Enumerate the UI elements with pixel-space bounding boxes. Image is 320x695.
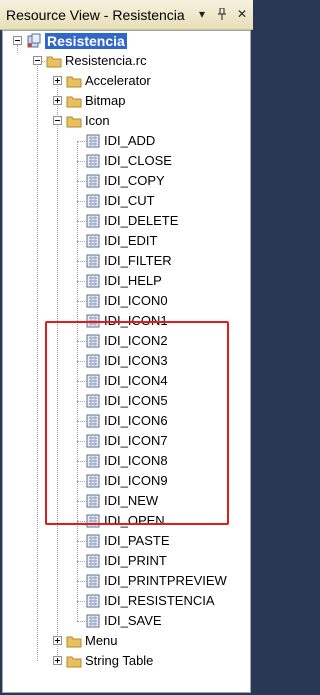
tree-item-folder[interactable]: Accelerator: [3, 71, 250, 91]
tree-item-label: IDI_FILTER: [104, 253, 172, 268]
tree-item-label: IDI_HELP: [104, 273, 162, 288]
tree-item-label: Resistencia.rc: [65, 53, 147, 68]
tree-item-label: Menu: [85, 633, 118, 648]
tree-item-label: IDI_CLOSE: [104, 153, 172, 168]
collapse-icon[interactable]: [53, 116, 62, 125]
tree-item-icon-resource[interactable]: IDI_ADD: [3, 131, 250, 151]
icon-resource-icon: [85, 553, 101, 569]
icon-resource-icon: [85, 593, 101, 609]
tree-item-label: IDI_DELETE: [104, 213, 179, 228]
tree-item-icon-resource[interactable]: IDI_SAVE: [3, 611, 250, 631]
tree-item-icon-resource[interactable]: IDI_ICON0: [3, 291, 250, 311]
tree-item-label: String Table: [85, 653, 154, 668]
expand-icon[interactable]: [53, 636, 62, 645]
tree-item-label: IDI_PRINTPREVIEW: [104, 573, 227, 588]
folder-icon: [66, 633, 82, 649]
pin-icon[interactable]: [215, 6, 229, 22]
folder-icon: [66, 73, 82, 89]
tree-item-label: IDI_ADD: [104, 133, 156, 148]
tree-item-label: Accelerator: [85, 73, 151, 88]
tree-item-icon-resource[interactable]: IDI_FILTER: [3, 251, 250, 271]
tree-item-icon-resource[interactable]: IDI_COPY: [3, 171, 250, 191]
collapse-icon[interactable]: [33, 56, 42, 65]
project-icon: [26, 33, 42, 49]
icon-resource-icon: [85, 533, 101, 549]
close-icon[interactable]: ✕: [235, 6, 249, 22]
icon-resource-icon: [85, 213, 101, 229]
tree-item-label: IDI_EDIT: [104, 233, 158, 248]
tree-item-label: IDI_PASTE: [104, 533, 170, 548]
panel-title: Resource View - Resistencia: [6, 7, 185, 23]
folder-icon: [66, 653, 82, 669]
tree-item-folder[interactable]: Menu: [3, 631, 250, 651]
tree-item-label: IDI_COPY: [104, 173, 165, 188]
icon-resource-icon: [85, 253, 101, 269]
tree-item-icon-resource[interactable]: IDI_RESISTENCIA: [3, 591, 250, 611]
tree-item-icon-resource[interactable]: IDI_CUT: [3, 191, 250, 211]
tree-item-label: IDI_PRINT: [104, 553, 167, 568]
tree-item-icon-resource[interactable]: IDI_PASTE: [3, 531, 250, 551]
expand-icon[interactable]: [53, 96, 62, 105]
tree-item-icon-resource[interactable]: IDI_DELETE: [3, 211, 250, 231]
resource-tree[interactable]: Resistencia Resistencia.rc Accelerator Bi…: [2, 30, 251, 693]
tree-item-label: IDI_CUT: [104, 193, 155, 208]
panel-title-bar[interactable]: Resource View - Resistencia ▾ ✕: [0, 0, 253, 30]
collapse-icon[interactable]: [13, 36, 22, 45]
icon-resource-icon: [85, 293, 101, 309]
tree-item-label: IDI_ICON0: [104, 293, 168, 308]
icon-resource-icon: [85, 613, 101, 629]
tree-item-folder[interactable]: Icon: [3, 111, 250, 131]
tree-item-root[interactable]: Resistencia: [3, 31, 250, 51]
tree-item-label: Icon: [85, 113, 110, 128]
tree-item-icon-resource[interactable]: IDI_PRINTPREVIEW: [3, 571, 250, 591]
tree-item-rc-file[interactable]: Resistencia.rc: [3, 51, 250, 71]
tree-item-icon-resource[interactable]: IDI_EDIT: [3, 231, 250, 251]
tree-item-icon-resource[interactable]: IDI_HELP: [3, 271, 250, 291]
icon-resource-icon: [85, 173, 101, 189]
folder-icon: [66, 93, 82, 109]
folder-icon: [46, 53, 62, 69]
tree-item-label: Resistencia: [45, 33, 127, 49]
tree-item-icon-resource[interactable]: IDI_CLOSE: [3, 151, 250, 171]
icon-resource-icon: [85, 273, 101, 289]
resource-view-panel: Resource View - Resistencia ▾ ✕ Resisten…: [0, 0, 253, 695]
icon-resource-icon: [85, 193, 101, 209]
tree-item-label: IDI_SAVE: [104, 613, 162, 628]
tree-item-label: Bitmap: [85, 93, 126, 108]
icon-resource-icon: [85, 573, 101, 589]
tree-item-folder[interactable]: Bitmap: [3, 91, 250, 111]
tree-item-label: IDI_RESISTENCIA: [104, 593, 215, 608]
expand-icon[interactable]: [53, 76, 62, 85]
icon-range-highlight: [45, 321, 229, 525]
expand-icon[interactable]: [53, 656, 62, 665]
icon-resource-icon: [85, 233, 101, 249]
tree-item-icon-resource[interactable]: IDI_PRINT: [3, 551, 250, 571]
dropdown-icon[interactable]: ▾: [195, 6, 209, 22]
folder-icon: [66, 113, 82, 129]
icon-resource-icon: [85, 133, 101, 149]
icon-resource-icon: [85, 153, 101, 169]
tree-item-folder[interactable]: String Table: [3, 651, 250, 671]
